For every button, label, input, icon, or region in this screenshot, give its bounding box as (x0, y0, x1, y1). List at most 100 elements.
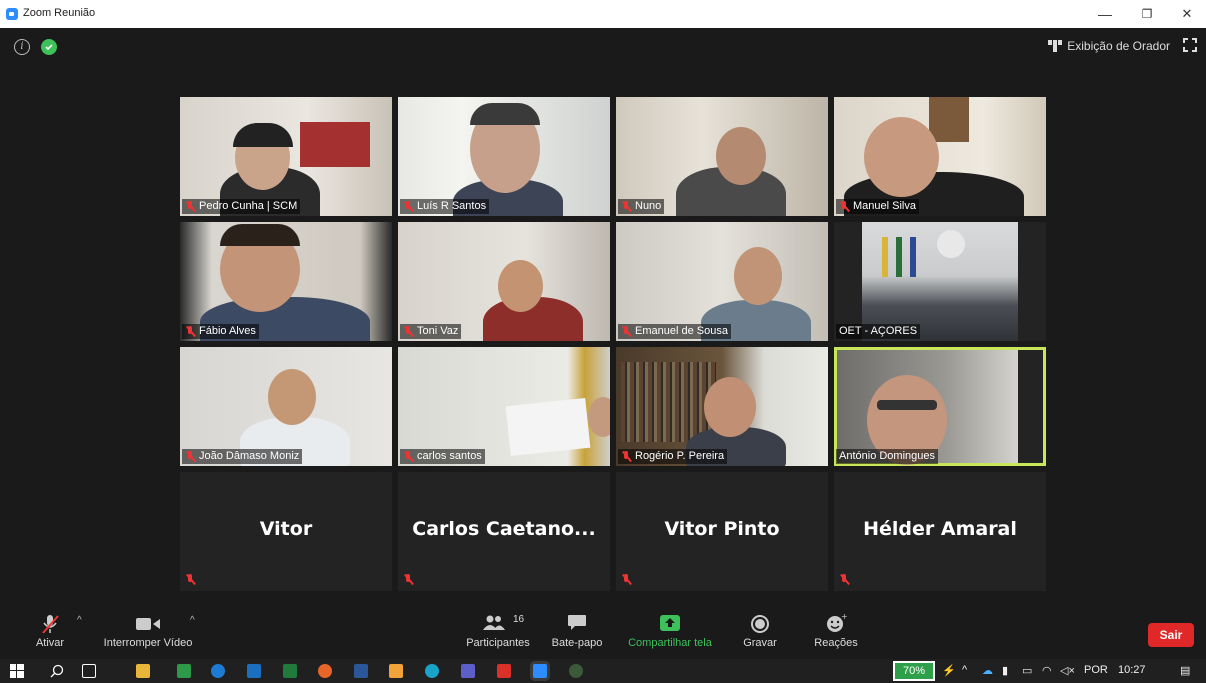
participant-tile[interactable]: OET - AÇORES (834, 222, 1046, 341)
fullscreen-icon[interactable] (1183, 38, 1197, 52)
participant-tile[interactable]: Fábio Alves (180, 222, 392, 341)
notifications-icon[interactable]: ▤ (1180, 664, 1190, 677)
participant-tile[interactable]: Pedro Cunha | SCM (180, 97, 392, 216)
participant-name-tag: António Domingues (836, 449, 939, 464)
app-icon[interactable] (177, 664, 191, 678)
security-shield-icon[interactable] (41, 39, 57, 55)
participant-tile[interactable]: João Dâmaso Moniz (180, 347, 392, 466)
participant-tile-no-video[interactable]: Carlos Caetano... (398, 472, 610, 591)
task-view-icon[interactable] (82, 664, 96, 678)
video-grid: Pedro Cunha | SCM Luís R Santos Nuno Man… (180, 97, 1046, 593)
participants-button[interactable]: 16 Participantes (460, 611, 536, 649)
stop-video-button[interactable]: Interromper Vídeo (96, 611, 200, 649)
participant-tile[interactable]: Emanuel de Sousa (616, 222, 828, 341)
app-icon[interactable] (389, 664, 403, 678)
mic-muted-icon (185, 574, 196, 585)
participant-name-tag: Manuel Silva (836, 199, 919, 214)
audio-options-caret[interactable]: ^ (77, 615, 82, 626)
mic-muted-icon (839, 201, 850, 212)
acrobat-icon[interactable] (497, 664, 511, 678)
paper-sheet (505, 397, 591, 457)
reactions-emoji-icon: + (825, 612, 848, 636)
participant-tile[interactable]: Rogério P. Pereira (616, 347, 828, 466)
participant-name-tag: Nuno (618, 199, 665, 214)
mic-muted-icon (185, 451, 196, 462)
teams-icon[interactable] (461, 664, 475, 678)
minimize-button[interactable]: — (1090, 3, 1120, 25)
clock[interactable]: 10:27 (1118, 664, 1146, 676)
participant-name-tag: Emanuel de Sousa (618, 324, 731, 339)
mic-muted-icon (621, 451, 632, 462)
participant-display-name: Vitor (259, 518, 313, 540)
glasses (877, 400, 937, 410)
file-explorer-icon[interactable] (136, 664, 150, 678)
participant-tile[interactable]: carlos santos (398, 347, 610, 466)
excel-icon[interactable] (283, 664, 297, 678)
reactions-button[interactable]: + Reações (810, 611, 862, 649)
participant-tile-active-speaker[interactable]: António Domingues (834, 347, 1046, 466)
cloud-icon[interactable]: ☁ (982, 664, 993, 677)
close-button[interactable]: ✕ (1172, 3, 1202, 25)
unmute-button[interactable]: Ativar (30, 611, 70, 649)
hair (220, 224, 300, 246)
windows-taskbar: 70% ⚡ ^ ☁ ▮ ▭ ◠ ◁× POR 10:27 ▤ (0, 659, 1206, 683)
participant-tile[interactable]: Manuel Silva (834, 97, 1046, 216)
person-head (498, 260, 543, 312)
participant-tile-no-video[interactable]: Hélder Amaral (834, 472, 1046, 591)
video-options-caret[interactable]: ^ (190, 615, 195, 626)
battery-icon[interactable]: ▭ (1022, 664, 1032, 677)
usb-icon[interactable]: ▮ (1002, 664, 1008, 677)
mic-muted-icon (621, 574, 632, 585)
participant-name-tag: Luís R Santos (400, 199, 490, 214)
person-head (588, 397, 610, 437)
flag (896, 237, 902, 277)
window-title-bar: Zoom Reunião — ❐ ✕ (0, 0, 1206, 28)
mic-muted-icon (621, 326, 632, 337)
mic-muted-icon (403, 574, 414, 585)
participant-tile[interactable]: Toni Vaz (398, 222, 610, 341)
mic-muted-icon (621, 201, 632, 212)
firefox-icon[interactable] (318, 664, 332, 678)
zoom-taskbar-icon[interactable] (533, 664, 547, 678)
participants-icon (482, 615, 506, 634)
hair (470, 103, 540, 125)
network-icon[interactable]: ⚡ (942, 664, 956, 677)
participant-tile-no-video[interactable]: Vitor Pinto (616, 472, 828, 591)
wifi-icon[interactable]: ◠ (1042, 664, 1052, 677)
word-icon[interactable] (354, 664, 368, 678)
share-screen-button[interactable]: Compartilhar tela (620, 611, 720, 649)
record-button[interactable]: Gravar (736, 611, 784, 649)
app-icon[interactable] (569, 664, 583, 678)
video-feed (837, 350, 1018, 465)
windows-start-icon[interactable] (10, 664, 24, 678)
internet-explorer-icon[interactable] (211, 664, 225, 678)
mic-muted-icon (185, 201, 196, 212)
participant-name-tag: Rogério P. Pereira (618, 449, 728, 464)
participant-name-tag: Fábio Alves (182, 324, 259, 339)
show-hidden-icons-icon[interactable]: ^ (962, 664, 967, 676)
share-screen-icon (659, 614, 681, 635)
edge-icon[interactable] (425, 664, 439, 678)
participant-tile[interactable]: Luís R Santos (398, 97, 610, 216)
leave-meeting-button[interactable]: Sair (1148, 623, 1194, 647)
hair (233, 123, 293, 147)
language-indicator[interactable]: POR (1084, 664, 1108, 676)
person-head (716, 127, 766, 185)
info-icon[interactable]: i (14, 39, 30, 55)
chat-button[interactable]: Bate-papo (547, 611, 607, 649)
search-icon[interactable] (50, 664, 64, 678)
participant-name-tag: Toni Vaz (400, 324, 462, 339)
participant-display-name: Vitor Pinto (664, 518, 780, 540)
mic-muted-icon (839, 574, 850, 585)
chat-bubble-icon (567, 614, 587, 635)
speaker-view-button[interactable]: Exibição de Orador (1048, 36, 1170, 56)
mic-muted-icon (403, 451, 414, 462)
outlook-icon[interactable] (247, 664, 261, 678)
participant-tile[interactable]: Nuno (616, 97, 828, 216)
flag (910, 237, 916, 277)
speaker-muted-icon[interactable]: ◁× (1060, 664, 1075, 677)
restore-button[interactable]: ❐ (1132, 3, 1162, 25)
speaker-view-label: Exibição de Orador (1067, 39, 1170, 53)
person-head (704, 377, 756, 437)
participant-tile-no-video[interactable]: Vitor (180, 472, 392, 591)
